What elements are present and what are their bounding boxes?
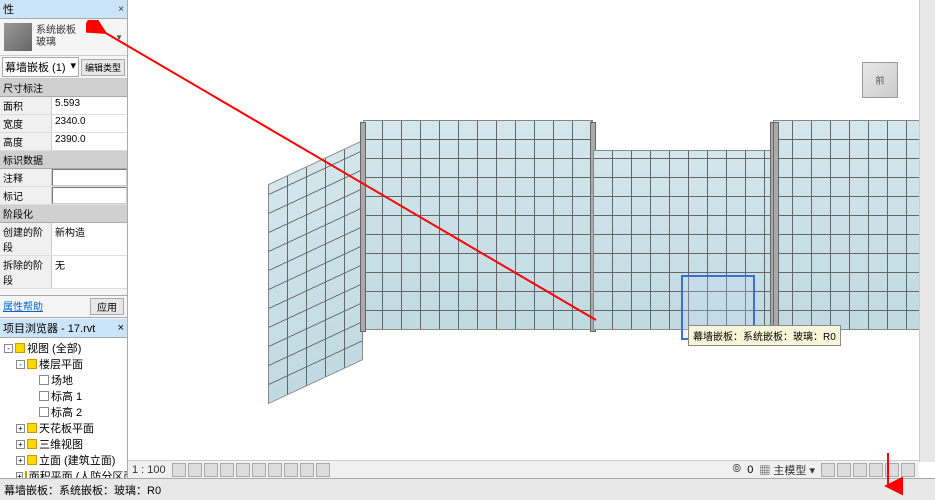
prop-row: 标记 [0,187,127,205]
sheet-icon [39,407,49,417]
hide-isolate-icon[interactable] [300,463,314,477]
shadows-icon[interactable] [220,463,234,477]
close-icon[interactable]: × [118,322,124,334]
tree-label: 三维视图 [39,436,83,452]
select-links-icon[interactable] [821,463,835,477]
properties-help-link[interactable]: 属性帮助 [3,298,43,315]
tree-item[interactable]: +面积平面 (人防分区面积) [2,468,125,478]
browser-title: 项目浏览器 - 17.rvt [3,320,95,336]
tree-label: 视图 (全部) [27,340,81,356]
rendering-icon[interactable] [236,463,250,477]
tree-item[interactable]: 场地 [2,372,125,388]
prop-value-width: 2340.0 [52,115,127,132]
viewcube-face [862,62,898,98]
sun-path-icon[interactable] [204,463,218,477]
type-thumbnail [4,23,32,51]
sheet-icon [39,391,49,401]
tree-item[interactable]: 标高 2 [2,404,125,420]
tree-label: 标高 2 [51,404,82,420]
visual-style-icon[interactable] [188,463,202,477]
view-control-bar: 1 : 100 ⦾ 0 ▦ 主模型 ▾ [128,460,919,478]
tree-label: 标高 1 [51,388,82,404]
instance-count-dropdown[interactable]: 幕墙嵌板 (1)▾ [2,57,79,77]
prop-value-height: 2390.0 [52,133,127,150]
tree-label: 楼层平面 [39,356,83,372]
tree-item[interactable]: + 立面 (建筑立面) [2,452,125,468]
tree-label: 天花板平面 [39,420,94,436]
view-scale[interactable]: 1 : 100 [132,464,166,476]
detail-level-icon[interactable] [172,463,186,477]
lock-3d-icon[interactable] [284,463,298,477]
select-underlay-icon[interactable] [837,463,851,477]
type-family-label: 系统嵌板 [36,25,76,37]
tree-item[interactable]: + 三维视图 [2,436,125,452]
scrollbar-vertical[interactable] [919,0,935,462]
tree-item[interactable]: - 视图 (全部) [2,340,125,356]
tree-label: 面积平面 (人防分区面积) [29,468,127,478]
viewcube[interactable] [855,55,905,105]
type-type-label: 玻璃 [36,37,76,49]
prop-row: 面积 5.593 [0,97,127,115]
prop-row: 创建的阶段 新构造 [0,223,127,256]
folder-icon [27,439,37,449]
phase-created[interactable]: 新构造 [52,223,127,255]
phase-demolished[interactable]: 无 [52,256,127,288]
chevron-down-icon[interactable]: ▼ [115,33,123,42]
filter-dropdown[interactable]: ▦ 主模型 ▾ [759,462,815,478]
element-tooltip: 幕墙嵌板：系统嵌板：玻璃：R0 [688,325,841,346]
section-phasing: 阶段化 [0,205,127,223]
filter-icon[interactable] [901,463,915,477]
expand-icon[interactable]: + [16,424,25,433]
prop-row: 宽度 2340.0 [0,115,127,133]
expand-icon[interactable]: - [4,344,13,353]
status-selection-info: 幕墙嵌板：系统嵌板：玻璃：R0 [4,482,161,498]
expand-icon[interactable]: - [16,360,25,369]
tree-label: 场地 [51,372,73,388]
status-bar: 幕墙嵌板：系统嵌板：玻璃：R0 [0,478,935,500]
left-sidebar: 性 × 系统嵌板 玻璃 ▼ 幕墙嵌板 (1)▾ 编辑类型 尺寸标注 面积 5.5… [0,0,128,478]
tree-item[interactable]: - 楼层平面 [2,356,125,372]
sheet-icon [39,375,49,385]
tree-item[interactable]: 标高 1 [2,388,125,404]
edit-type-button[interactable]: 编辑类型 [81,59,125,76]
crop-region-icon[interactable] [268,463,282,477]
close-icon[interactable]: × [118,4,124,15]
properties-panel-header: 性 × [0,0,127,19]
folder-icon [25,471,27,478]
comments-input[interactable] [52,169,127,186]
folder-icon [27,359,37,369]
type-selector[interactable]: 系统嵌板 玻璃 ▼ [0,19,127,56]
select-face-icon[interactable] [869,463,883,477]
folder-icon [27,423,37,433]
select-pinned-icon[interactable] [853,463,867,477]
tree-item[interactable]: + 天花板平面 [2,420,125,436]
properties-title: 性 [3,1,14,17]
chevron-down-icon: ▾ [70,59,76,75]
prop-row: 高度 2390.0 [0,133,127,151]
crop-view-icon[interactable] [252,463,266,477]
prop-value-area: 5.593 [52,97,127,114]
folder-icon [27,455,37,465]
expand-icon[interactable]: + [16,440,25,449]
project-browser-tree: -视图 (全部)-楼层平面场地标高 1标高 2+天花板平面+三维视图+立面 (建… [0,338,127,478]
filter-count: 0 [747,464,753,476]
drag-elements-icon[interactable] [885,463,899,477]
viewport-3d[interactable]: 幕墙嵌板：系统嵌板：玻璃：R0 [128,0,935,478]
folder-icon [15,343,25,353]
mark-input[interactable] [52,187,127,204]
section-dimensions: 尺寸标注 [0,79,127,97]
tree-label: 立面 (建筑立面) [39,452,115,468]
apply-button[interactable]: 应用 [90,298,124,315]
prop-row: 注释 [0,169,127,187]
section-identity: 标识数据 [0,151,127,169]
reveal-hidden-icon[interactable] [316,463,330,477]
project-browser-header: 项目浏览器 - 17.rvt × [0,319,127,338]
expand-icon[interactable]: + [16,456,25,465]
prop-row: 拆除的阶段 无 [0,256,127,289]
